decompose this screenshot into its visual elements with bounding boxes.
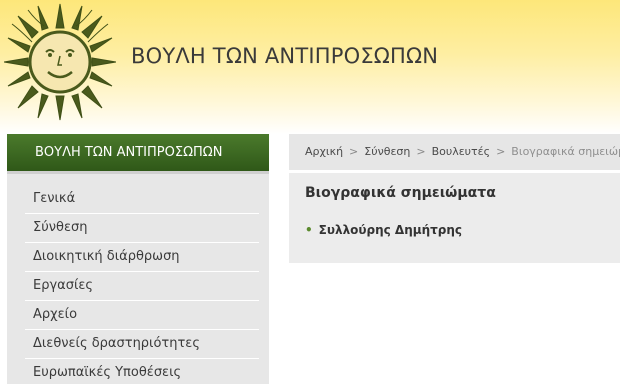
breadcrumb-separator: > [496, 145, 506, 158]
breadcrumb-separator: > [416, 145, 426, 158]
sidebar-item-composition[interactable]: Σύνθεση [25, 213, 259, 243]
sidebar-heading[interactable]: ΒΟΥΛΗ ΤΩΝ ΑΝΤΙΠΡΟΣΩΠΩΝ [7, 134, 269, 171]
site-header: ΒΟΥΛΗ ΤΩΝ ΑΝΤΙΠΡΟΣΩΠΩΝ [0, 0, 620, 134]
content-panel: Βιογραφικά σημειώματα • Συλλούρης Δημήτρη… [289, 173, 620, 263]
page-title: Βιογραφικά σημειώματα [305, 185, 496, 201]
sidebar-item-label: Ευρωπαϊκές Υποθέσεις [33, 365, 182, 380]
breadcrumb-separator: > [349, 145, 359, 158]
sidebar-item-label: Διοικητική διάρθρωση [33, 249, 180, 264]
sidebar-item-label: Γενικά [33, 191, 76, 206]
breadcrumb: Αρχική > Σύνθεση > Βουλευτές > Βιογραφικά σημε… [289, 134, 620, 170]
bullet-icon: • [305, 223, 313, 237]
member-name[interactable]: Συλλούρης Δημήτρης [319, 223, 462, 237]
sidebar-item-proceedings[interactable]: Εργασίες [25, 271, 259, 301]
breadcrumb-home-link[interactable]: Αρχική [305, 145, 343, 158]
sidebar-item-archive[interactable]: Αρχείο [25, 300, 259, 330]
sidebar-item-label: Αρχείο [33, 307, 78, 322]
sidebar-nav: Γενικά Σύνθεση Διοικητική διάρθρωση Εργα… [7, 171, 269, 388]
breadcrumb-members-link[interactable]: Βουλευτές [432, 145, 491, 158]
sidebar-item-label: Εργασίες [33, 278, 94, 293]
site-title[interactable]: ΒΟΥΛΗ ΤΩΝ ΑΝΤΙΠΡΟΣΩΠΩΝ [131, 44, 438, 68]
sidebar-item-label: Διεθνείς δραστηριότητες [33, 336, 200, 351]
breadcrumb-current: Βιογραφικά σημειώμ... [511, 145, 620, 158]
sidebar-item-administrative-structure[interactable]: Διοικητική διάρθρωση [25, 242, 259, 272]
sun-face-icon[interactable] [4, 2, 116, 122]
sidebar-item-general[interactable]: Γενικά [25, 184, 259, 214]
member-link[interactable]: • Συλλούρης Δημήτρης [305, 223, 462, 237]
breadcrumb-composition-link[interactable]: Σύνθεση [364, 145, 410, 158]
sidebar-item-label: Σύνθεση [33, 220, 88, 235]
sidebar-item-international-activities[interactable]: Διεθνείς δραστηριότητες [25, 329, 259, 359]
